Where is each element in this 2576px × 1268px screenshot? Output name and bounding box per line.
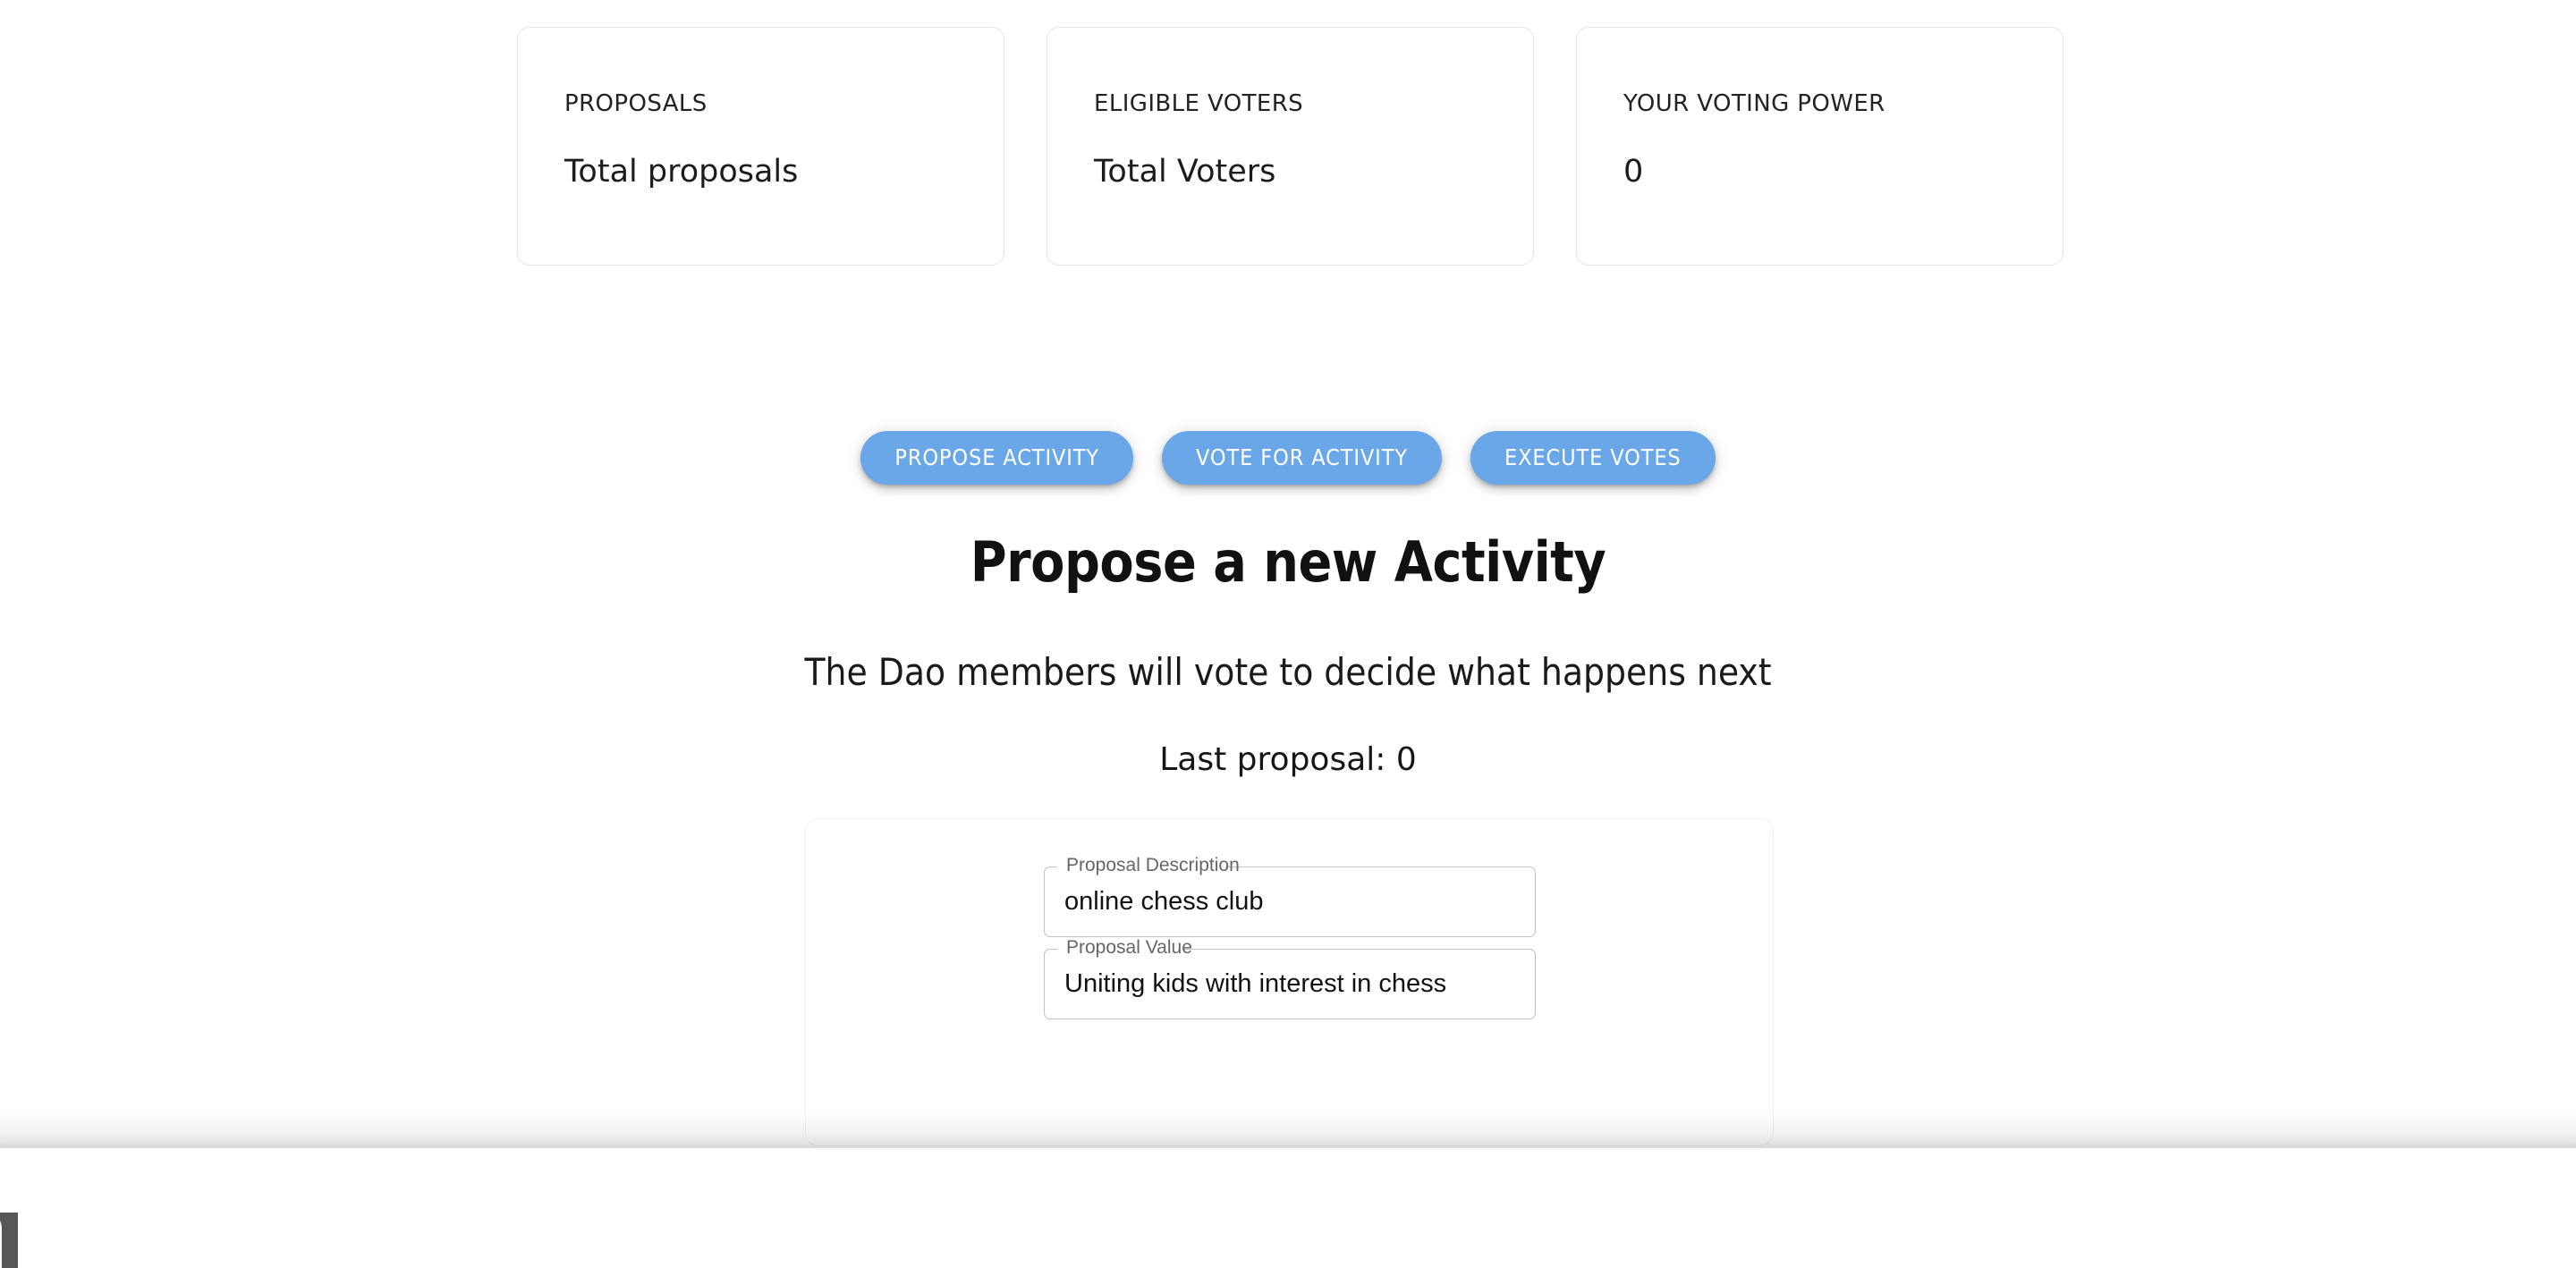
stat-card-eligible-voters: ELIGIBLE VOTERS Total Voters <box>1046 27 1534 266</box>
stat-card-voting-power: YOUR VOTING POWER 0 <box>1576 27 2063 266</box>
tab-propose-activity[interactable]: PROPOSE ACTIVITY <box>860 431 1134 485</box>
proposal-form-card: Proposal Description Proposal Value <box>805 818 1774 1146</box>
stat-card-proposals: PROPOSALS Total proposals <box>517 27 1004 266</box>
proposal-description-input[interactable] <box>1045 867 1535 936</box>
bottom-left-corner-mark <box>0 1213 18 1268</box>
stat-card-value: 0 <box>1623 154 1644 190</box>
action-tab-row: PROPOSE ACTIVITY VOTE FOR ACTIVITY EXECU… <box>0 431 2576 485</box>
proposal-value-field[interactable]: Proposal Value <box>1044 938 1536 1019</box>
stat-card-label: PROPOSALS <box>564 90 708 117</box>
stat-card-value: Total proposals <box>564 154 799 190</box>
stats-row: PROPOSALS Total proposals ELIGIBLE VOTER… <box>517 27 2063 266</box>
app-page: PROPOSALS Total proposals ELIGIBLE VOTER… <box>0 0 2576 1268</box>
proposal-description-field[interactable]: Proposal Description <box>1044 856 1536 937</box>
tab-execute-votes[interactable]: EXECUTE VOTES <box>1470 431 1716 485</box>
stat-card-label: YOUR VOTING POWER <box>1623 90 1885 117</box>
stat-card-value: Total Voters <box>1094 154 1276 190</box>
proposal-form-fields: Proposal Description Proposal Value <box>1044 856 1536 1019</box>
last-proposal-status: Last proposal: 0 <box>1159 741 1417 778</box>
proposal-value-input[interactable] <box>1045 950 1535 1019</box>
stat-card-label: ELIGIBLE VOTERS <box>1094 90 1304 117</box>
page-title: Propose a new Activity <box>970 529 1606 595</box>
page-bottom-surface <box>0 1162 2576 1268</box>
page-subtitle: The Dao members will vote to decide what… <box>804 650 1772 694</box>
tab-vote-for-activity[interactable]: VOTE FOR ACTIVITY <box>1162 431 1442 485</box>
